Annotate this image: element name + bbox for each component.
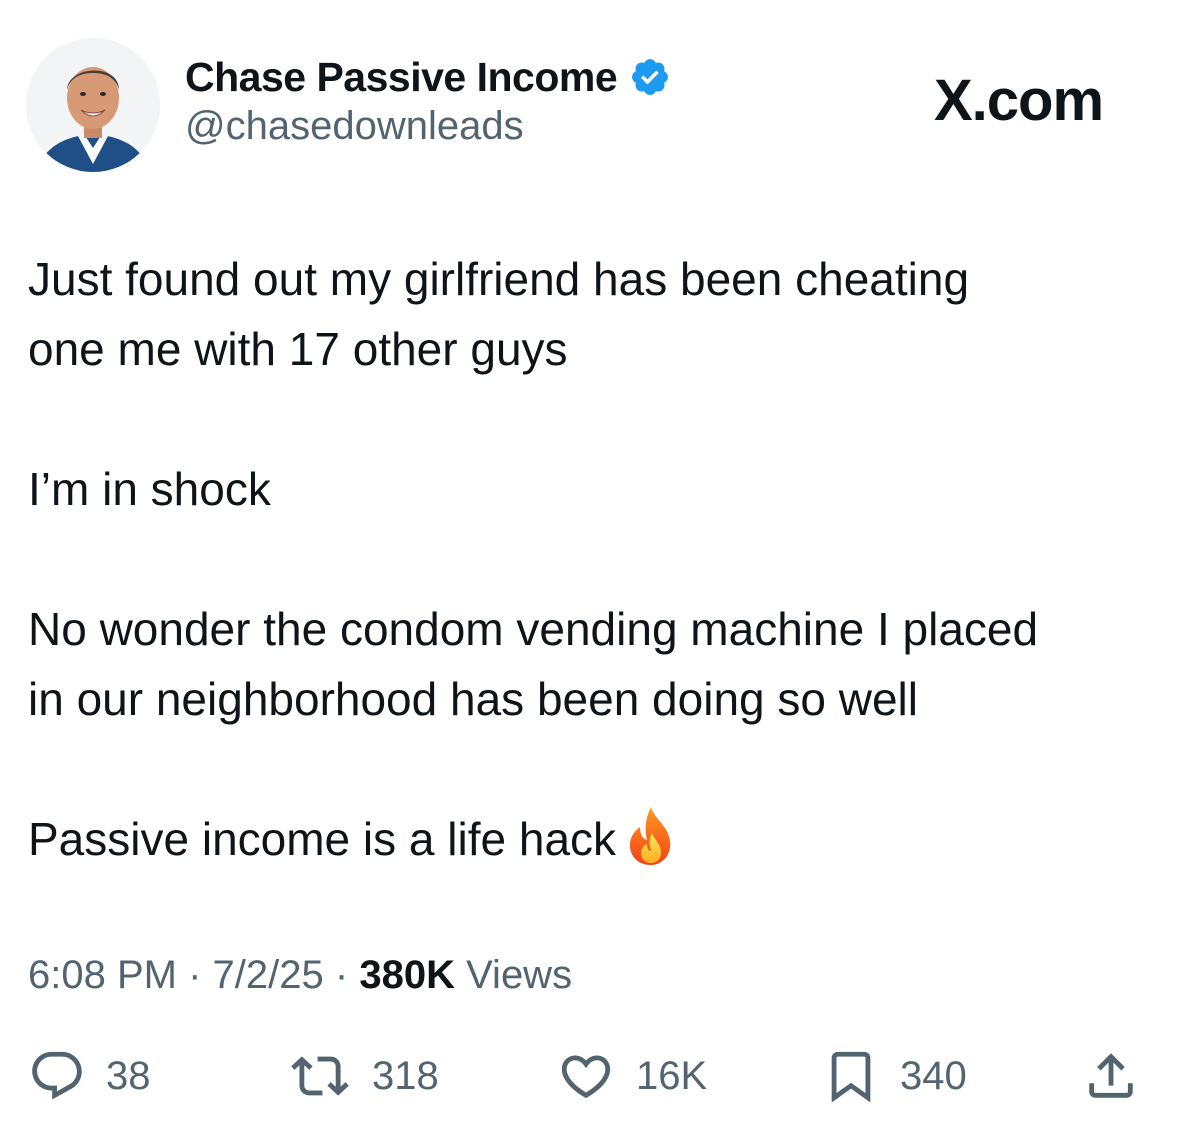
bookmark-count: 340 [900,1053,967,1098]
tweet-line: Passive income is a life hack [28,813,617,865]
views-count: 380K [359,953,455,997]
tweet-line: in our neighborhood has been doing so we… [28,673,918,725]
verified-badge-icon[interactable] [629,56,671,98]
author-handle[interactable]: @chasedownleads [185,104,524,149]
tweet-line: No wonder the condom vending machine I p… [28,603,1039,655]
avatar[interactable] [26,38,160,172]
repost-count: 318 [372,1053,439,1098]
bookmark-button[interactable]: 340 [822,1046,967,1106]
tweet-line: one me with 17 other guys [28,323,568,375]
reply-count: 38 [106,1053,151,1098]
repost-button[interactable]: 318 [288,1046,439,1106]
avatar-photo [26,38,160,172]
tweet-line-with-emoji: Passive income is a life hack [28,804,1163,874]
tweet-line: Just found out my girlfriend has been ch… [28,253,970,305]
tweet-time[interactable]: 6:08 PM [28,953,177,997]
tweet-body: Just found out my girlfriend has been ch… [28,244,1163,874]
meta-separator: · [334,953,349,997]
tweet-meta: 6:08 PM · 7/2/25 · 380K Views [28,950,572,1000]
action-bar: 38 318 16K 340 [0,1046,1179,1106]
like-count: 16K [636,1053,708,1098]
share-icon [1089,1053,1133,1098]
reply-button[interactable]: 38 [28,1046,151,1106]
tweet-line: I’m in shock [28,463,271,515]
tweet-date[interactable]: 7/2/25 [213,953,324,997]
meta-separator: · [188,953,202,997]
author-name-row: Chase Passive Income [185,52,671,102]
share-button[interactable] [1082,1046,1140,1106]
like-button[interactable]: 16K [556,1046,707,1106]
repost-icon [291,1056,349,1096]
author-name[interactable]: Chase Passive Income [185,54,618,101]
heart-icon [561,1055,611,1099]
reply-icon [32,1051,82,1100]
fire-icon [629,807,671,865]
x-logo-watermark: X.com [934,68,1104,133]
views-label: Views [466,953,573,997]
bookmark-icon [831,1051,871,1103]
